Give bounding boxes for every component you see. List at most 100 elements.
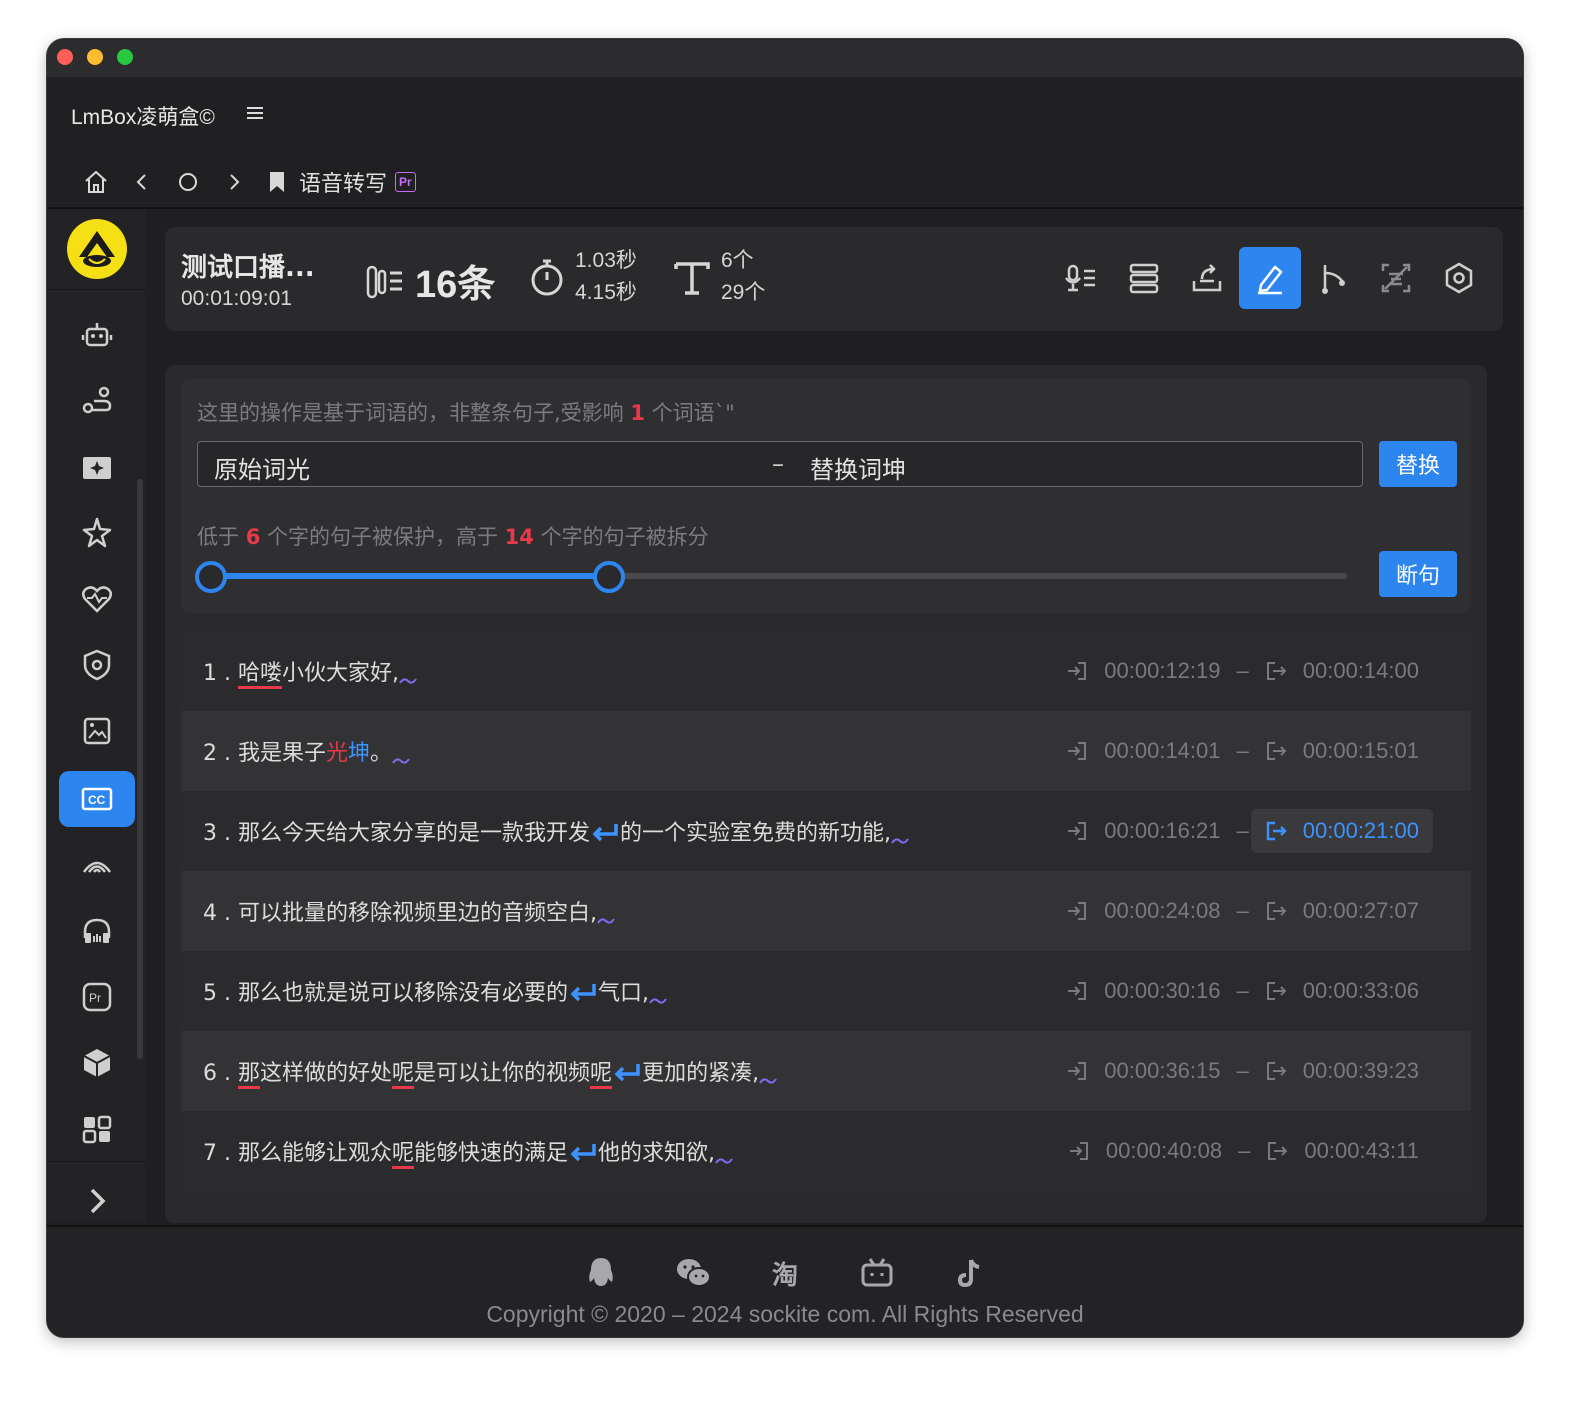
breadcrumb[interactable]: 语音转写 Pr bbox=[267, 166, 416, 198]
slider-handle-max[interactable] bbox=[592, 561, 625, 593]
table-row[interactable]: 2 . 我是果子光坤。 00:00:14:01 – 00:00:15:01 bbox=[181, 711, 1471, 791]
flagged-word[interactable]: 呢 bbox=[590, 1061, 613, 1089]
flagged-word[interactable]: 呢 bbox=[392, 1141, 415, 1169]
start-time[interactable]: 00:00:40:08 bbox=[1054, 1129, 1236, 1173]
split-note-suffix: 个字的句子被拆分 bbox=[533, 525, 709, 549]
end-time[interactable]: 00:00:27:07 bbox=[1251, 889, 1433, 933]
end-time[interactable]: 00:00:14:00 bbox=[1251, 649, 1433, 693]
taobao-icon[interactable]: 淘 bbox=[765, 1253, 805, 1293]
start-time[interactable]: 00:00:36:15 bbox=[1052, 1049, 1234, 1093]
sentence-text[interactable]: 7 . 那么能够让观众呢能够快速的满足 他的求知欲, bbox=[203, 1135, 733, 1169]
exit-icon bbox=[1266, 1062, 1287, 1080]
replacement-word[interactable]: 替换词坤 bbox=[810, 450, 906, 485]
copyright: Copyright © 2020 – 2024 sockite com. All… bbox=[486, 1301, 1084, 1327]
start-time[interactable]: 00:00:30:16 bbox=[1052, 969, 1234, 1013]
line-break-icon[interactable] bbox=[568, 1142, 598, 1162]
table-row[interactable]: 1 . 哈喽小伙大家好, 00:00:12:19 – 00:00:14:00 bbox=[181, 631, 1471, 711]
line-break-icon[interactable] bbox=[590, 822, 620, 842]
split-range-slider[interactable] bbox=[195, 561, 1347, 593]
sidebar-item-cube[interactable] bbox=[59, 1035, 135, 1091]
flagged-word[interactable]: 那 bbox=[237, 1061, 260, 1089]
puzzle-icon bbox=[82, 1115, 112, 1144]
sidebar-item-puzzle[interactable] bbox=[59, 1101, 135, 1157]
qq-icon[interactable] bbox=[581, 1253, 621, 1293]
table-row[interactable]: 5 . 那么也就是说可以移除没有必要的 气口, 00:00:30:16 – 00:… bbox=[181, 951, 1471, 1031]
table-row[interactable]: 3 . 那么今天给大家分享的是一款我开发 的一个实验室免费的新功能, 00:00:… bbox=[181, 791, 1471, 871]
sentence-text[interactable]: 5 . 那么也就是说可以移除没有必要的 气口, bbox=[203, 975, 667, 1007]
table-row[interactable]: 4 . 可以批量的移除视频里边的音频空白, 00:00:24:08 – 00:0… bbox=[181, 871, 1471, 951]
sentence-text[interactable]: 3 . 那么今天给大家分享的是一款我开发 的一个实验室免费的新功能, bbox=[203, 815, 909, 847]
end-time[interactable]: 00:00:39:23 bbox=[1251, 1049, 1433, 1093]
project-duration: 00:01:09:01 bbox=[181, 287, 292, 310]
circle-icon[interactable] bbox=[173, 167, 203, 197]
split-button[interactable]: 断句 bbox=[1379, 551, 1457, 597]
sidebar-item-shield[interactable] bbox=[59, 637, 135, 693]
bilibili-icon[interactable] bbox=[857, 1253, 897, 1293]
sidebar-item-image[interactable] bbox=[59, 703, 135, 759]
sidebar-item-audio[interactable] bbox=[59, 903, 135, 959]
scan-button[interactable] bbox=[1365, 247, 1427, 309]
branch-button[interactable] bbox=[1302, 247, 1364, 309]
sidebar-scrollbar[interactable] bbox=[137, 479, 143, 1059]
app-window: LmBox凌萌盒© 语音转写 Pr CC Pr 测试口播... 00:01:09… bbox=[46, 38, 1524, 1338]
sidebar-item-health[interactable] bbox=[59, 571, 135, 627]
replacement-word-inline[interactable]: 坤 bbox=[348, 741, 370, 766]
wechat-icon[interactable] bbox=[673, 1253, 713, 1293]
replaced-word[interactable]: 光 bbox=[326, 741, 348, 766]
sentence-number: 6 . bbox=[203, 1061, 231, 1086]
sentence-text[interactable]: 4 . 可以批量的移除视频里边的音频空白, bbox=[203, 895, 615, 927]
table-row[interactable]: 7 . 那么能够让观众呢能够快速的满足 他的求知欲, 00:00:40:08 – … bbox=[181, 1111, 1471, 1191]
replace-input[interactable]: 原始词光 – 替换词坤 bbox=[197, 441, 1363, 487]
app-logo[interactable] bbox=[67, 219, 127, 279]
flagged-word[interactable]: 哈喽 bbox=[237, 661, 282, 689]
chevron-left-icon[interactable] bbox=[127, 167, 157, 197]
line-break-icon[interactable] bbox=[612, 1062, 642, 1082]
table-row[interactable]: 6 . 那这样做的好处呢是可以让你的视频呢 更加的紧凑, 00:00:36:15 … bbox=[181, 1031, 1471, 1111]
sentence-text[interactable]: 1 . 哈喽小伙大家好, bbox=[203, 655, 417, 689]
sidebar-item-robot[interactable] bbox=[59, 307, 135, 363]
start-time[interactable]: 00:00:16:21 bbox=[1052, 809, 1234, 853]
slider-handle-min[interactable] bbox=[195, 561, 227, 593]
start-time[interactable]: 00:00:14:01 bbox=[1052, 729, 1234, 773]
start-time[interactable]: 00:00:24:08 bbox=[1052, 889, 1234, 933]
menu-icon[interactable] bbox=[245, 103, 267, 125]
start-time[interactable]: 00:00:12:19 bbox=[1052, 649, 1234, 693]
sidebar-item-signal[interactable] bbox=[59, 837, 135, 893]
sidebar-item-video-magic[interactable] bbox=[59, 439, 135, 495]
sidebar-expand-button[interactable] bbox=[59, 1173, 135, 1229]
end-time[interactable]: 00:00:15:01 bbox=[1251, 729, 1433, 773]
tiktok-icon[interactable] bbox=[949, 1253, 989, 1293]
time-range: 00:00:14:01 – 00:00:15:01 bbox=[1052, 729, 1433, 773]
edit-button[interactable] bbox=[1239, 247, 1301, 309]
stack-icon bbox=[1129, 263, 1159, 294]
sidebar-item-route[interactable] bbox=[59, 373, 135, 429]
flagged-word[interactable]: 呢 bbox=[392, 1061, 415, 1089]
mic-list-button[interactable] bbox=[1050, 247, 1112, 309]
time-range: 00:00:36:15 – 00:00:39:23 bbox=[1052, 1049, 1433, 1093]
branch-icon bbox=[1322, 265, 1345, 294]
time-range: 00:00:40:08 – 00:00:43:11 bbox=[1054, 1129, 1433, 1173]
home-icon[interactable] bbox=[81, 167, 111, 197]
app-header: LmBox凌萌盒© 语音转写 Pr bbox=[47, 77, 1523, 207]
sidebar-divider-bottom bbox=[47, 1161, 145, 1162]
stack-button[interactable] bbox=[1113, 247, 1175, 309]
sidebar-item-sparkle[interactable] bbox=[59, 505, 135, 561]
minimize-window-button[interactable] bbox=[87, 49, 103, 65]
punctuation: , bbox=[884, 821, 892, 846]
sentence-text[interactable]: 2 . 我是果子光坤。 bbox=[203, 735, 410, 767]
line-break-icon[interactable] bbox=[568, 982, 598, 1002]
export-button[interactable] bbox=[1176, 247, 1238, 309]
end-time[interactable]: 00:00:43:11 bbox=[1252, 1129, 1433, 1173]
end-time[interactable]: 00:00:33:06 bbox=[1251, 969, 1433, 1013]
replace-button[interactable]: 替换 bbox=[1379, 441, 1457, 487]
chevron-right-icon[interactable] bbox=[219, 167, 249, 197]
exit-icon bbox=[1266, 902, 1287, 920]
settings-button[interactable] bbox=[1428, 247, 1490, 309]
original-word[interactable]: 原始词光 bbox=[214, 450, 310, 485]
sentence-text[interactable]: 6 . 那这样做的好处呢是可以让你的视频呢 更加的紧凑, bbox=[203, 1055, 777, 1089]
close-window-button[interactable] bbox=[57, 49, 73, 65]
zoom-window-button[interactable] bbox=[117, 49, 133, 65]
sidebar-item-premiere[interactable]: Pr bbox=[59, 969, 135, 1025]
sidebar-item-subtitles[interactable]: CC bbox=[59, 771, 135, 827]
end-time-selected[interactable]: 00:00:21:00 bbox=[1250, 809, 1433, 853]
